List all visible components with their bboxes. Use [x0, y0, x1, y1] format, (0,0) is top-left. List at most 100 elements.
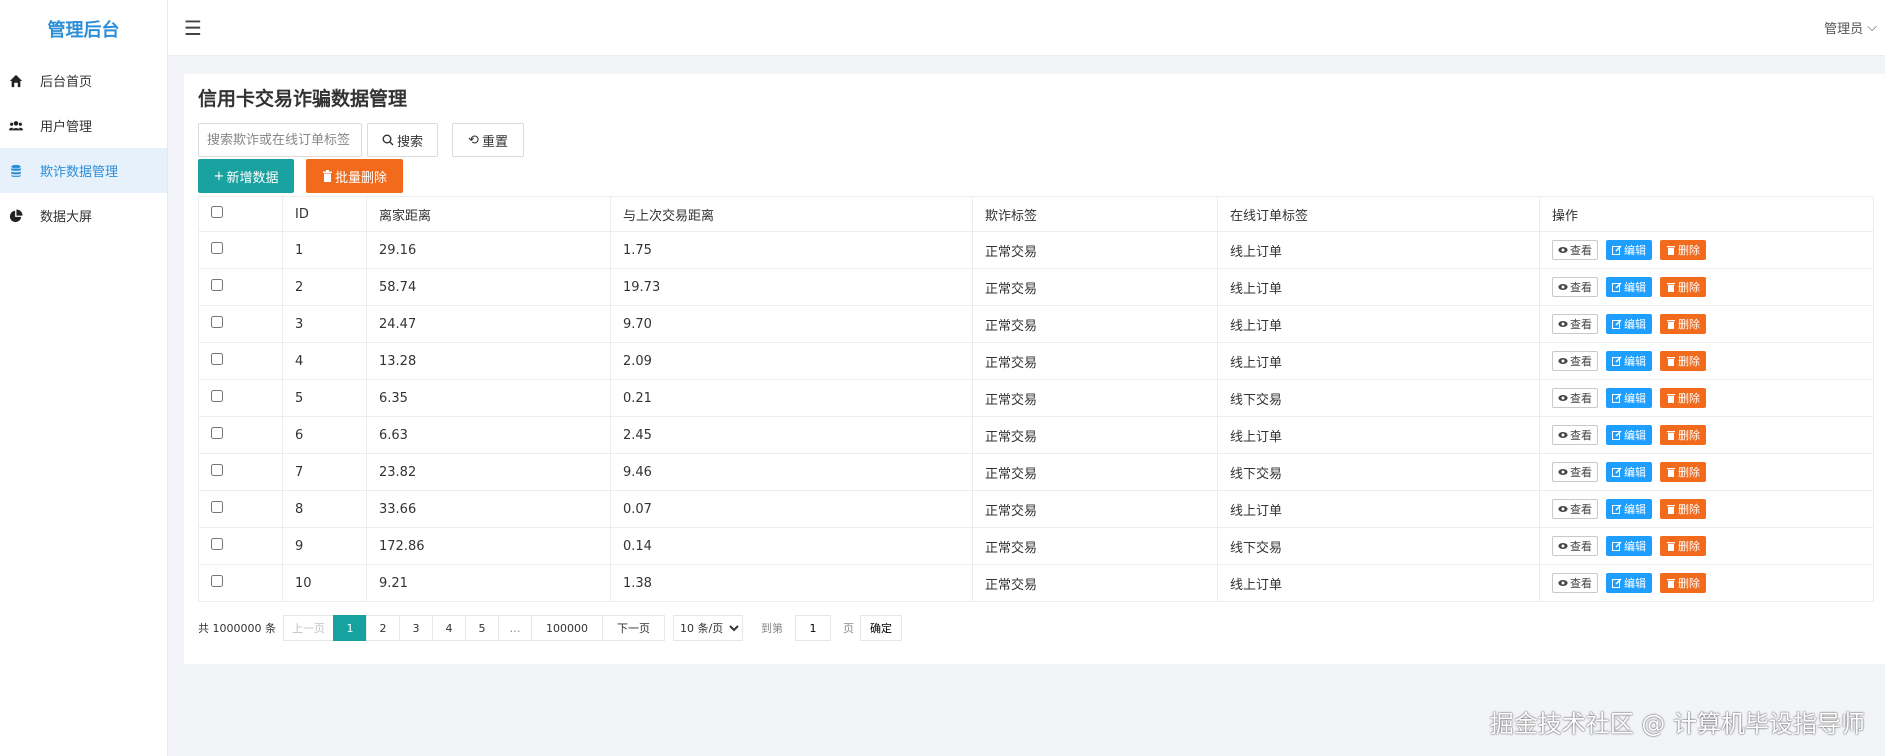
search-input[interactable]	[198, 123, 362, 157]
row-checkbox[interactable]	[211, 427, 223, 439]
cell-home-distance: 9.21	[366, 564, 611, 602]
view-button[interactable]: 查看	[1552, 277, 1598, 297]
cell-online-order-label: 线上订单	[1217, 268, 1540, 306]
edit-button[interactable]: 编辑	[1606, 536, 1652, 556]
row-checkbox[interactable]	[211, 538, 223, 550]
pagination-next[interactable]: 下一页	[601, 615, 665, 641]
pagination-page[interactable]: 2	[365, 615, 400, 641]
view-button[interactable]: 查看	[1552, 240, 1598, 260]
edit-button-label: 编辑	[1624, 281, 1646, 294]
edit-icon	[1612, 282, 1622, 292]
delete-button[interactable]: 删除	[1660, 462, 1706, 482]
page-title: 信用卡交易诈骗数据管理	[198, 88, 408, 110]
menu-toggle-icon[interactable]: ☰	[184, 18, 202, 38]
view-button[interactable]: 查看	[1552, 425, 1598, 445]
view-button-label: 查看	[1570, 466, 1592, 479]
main-panel: 信用卡交易诈骗数据管理 搜索 ⟲ 重置 + 新增数据 批量删除 ID 离家距离	[184, 74, 1885, 664]
row-checkbox[interactable]	[211, 353, 223, 365]
view-button[interactable]: 查看	[1552, 314, 1598, 334]
pagination-unit-label: 页	[842, 622, 854, 635]
edit-button[interactable]: 编辑	[1606, 277, 1652, 297]
sidebar-item-fraud-data[interactable]: 欺诈数据管理	[0, 148, 167, 193]
pagination-page[interactable]: 4	[431, 615, 466, 641]
view-button-label: 查看	[1570, 318, 1592, 331]
row-checkbox[interactable]	[211, 242, 223, 254]
delete-button[interactable]: 删除	[1660, 388, 1706, 408]
pagination-page[interactable]: 100000	[530, 615, 603, 641]
eye-icon	[1558, 284, 1568, 290]
select-all-checkbox[interactable]	[211, 206, 223, 218]
delete-button[interactable]: 删除	[1660, 240, 1706, 260]
cell-actions: 查看 编辑 删除	[1539, 416, 1874, 454]
cell-last-transaction-distance: 19.73	[610, 268, 973, 306]
view-button[interactable]: 查看	[1552, 351, 1598, 371]
edit-button-label: 编辑	[1624, 429, 1646, 442]
cell-actions: 查看 编辑 删除	[1539, 305, 1874, 343]
edit-icon	[1612, 319, 1622, 329]
pagination-confirm-button[interactable]: 确定	[859, 615, 902, 641]
row-checkbox[interactable]	[211, 464, 223, 476]
cell-last-transaction-distance: 1.38	[610, 564, 973, 602]
sidebar-item-dashboard[interactable]: 数据大屏	[0, 193, 167, 238]
delete-button[interactable]: 删除	[1660, 536, 1706, 556]
view-button-label: 查看	[1570, 244, 1592, 257]
sidebar-item-label: 欺诈数据管理	[40, 165, 119, 180]
delete-button[interactable]: 删除	[1660, 499, 1706, 519]
column-header-home-distance: 离家距离	[366, 196, 611, 232]
edit-button[interactable]: 编辑	[1606, 499, 1652, 519]
edit-button[interactable]: 编辑	[1606, 351, 1652, 371]
batch-delete-button[interactable]: 批量删除	[306, 159, 403, 193]
sidebar-item-users[interactable]: 用户管理	[0, 103, 167, 148]
delete-button[interactable]: 删除	[1660, 573, 1706, 593]
delete-button-label: 删除	[1678, 244, 1700, 257]
view-button[interactable]: 查看	[1552, 462, 1598, 482]
select-all-cell	[198, 196, 283, 232]
reset-button[interactable]: ⟲ 重置	[452, 123, 524, 157]
column-header-actions: 操作	[1539, 196, 1874, 232]
delete-button[interactable]: 删除	[1660, 351, 1706, 371]
trash-icon	[1667, 394, 1675, 403]
view-button[interactable]: 查看	[1552, 388, 1598, 408]
delete-button[interactable]: 删除	[1660, 277, 1706, 297]
edit-button[interactable]: 编辑	[1606, 425, 1652, 445]
plus-icon: +	[213, 168, 225, 184]
row-checkbox[interactable]	[211, 575, 223, 587]
edit-button[interactable]: 编辑	[1606, 573, 1652, 593]
cell-last-transaction-distance: 1.75	[610, 231, 973, 269]
delete-button[interactable]: 删除	[1660, 425, 1706, 445]
sidebar: 管理后台 后台首页 用户管理 欺诈数据管理 数据大屏	[0, 0, 168, 756]
view-button[interactable]: 查看	[1552, 536, 1598, 556]
row-checkbox[interactable]	[211, 279, 223, 291]
table-row: 4 13.28 2.09 正常交易 线上订单 查看 编辑 删除	[198, 342, 1874, 380]
pagination-page[interactable]: 5	[464, 615, 499, 641]
edit-button[interactable]: 编辑	[1606, 240, 1652, 260]
edit-button[interactable]: 编辑	[1606, 462, 1652, 482]
row-checkbox[interactable]	[211, 390, 223, 402]
user-menu[interactable]: 管理员 ⌵	[1824, 18, 1877, 37]
view-button-label: 查看	[1570, 540, 1592, 553]
top-header: ☰ 管理员 ⌵	[168, 0, 1885, 56]
pagination-page[interactable]: 3	[398, 615, 433, 641]
table-row: 2 58.74 19.73 正常交易 线上订单 查看 编辑 删除	[198, 268, 1874, 306]
edit-button[interactable]: 编辑	[1606, 314, 1652, 334]
row-checkbox[interactable]	[211, 316, 223, 328]
table-row: 5 6.35 0.21 正常交易 线下交易 查看 编辑 删除	[198, 379, 1874, 417]
pagination-goto-input[interactable]	[794, 615, 831, 641]
sidebar-item-home[interactable]: 后台首页	[0, 58, 167, 103]
edit-icon	[1612, 430, 1622, 440]
cell-fraud-label: 正常交易	[972, 416, 1218, 454]
pagination-prev[interactable]: 上一页	[282, 615, 334, 641]
delete-button[interactable]: 删除	[1660, 314, 1706, 334]
view-button[interactable]: 查看	[1552, 499, 1598, 519]
page-size-select[interactable]: 10 条/页	[672, 615, 743, 641]
trash-icon	[1667, 357, 1675, 366]
search-button[interactable]: 搜索	[367, 123, 438, 157]
row-select-cell	[198, 379, 283, 417]
row-checkbox[interactable]	[211, 501, 223, 513]
pagination-goto-label: 到第	[760, 622, 783, 635]
column-header-online-order-label: 在线订单标签	[1217, 196, 1540, 232]
add-data-button[interactable]: + 新增数据	[198, 159, 294, 193]
pagination-page[interactable]: 1	[332, 615, 367, 641]
edit-button[interactable]: 编辑	[1606, 388, 1652, 408]
view-button[interactable]: 查看	[1552, 573, 1598, 593]
